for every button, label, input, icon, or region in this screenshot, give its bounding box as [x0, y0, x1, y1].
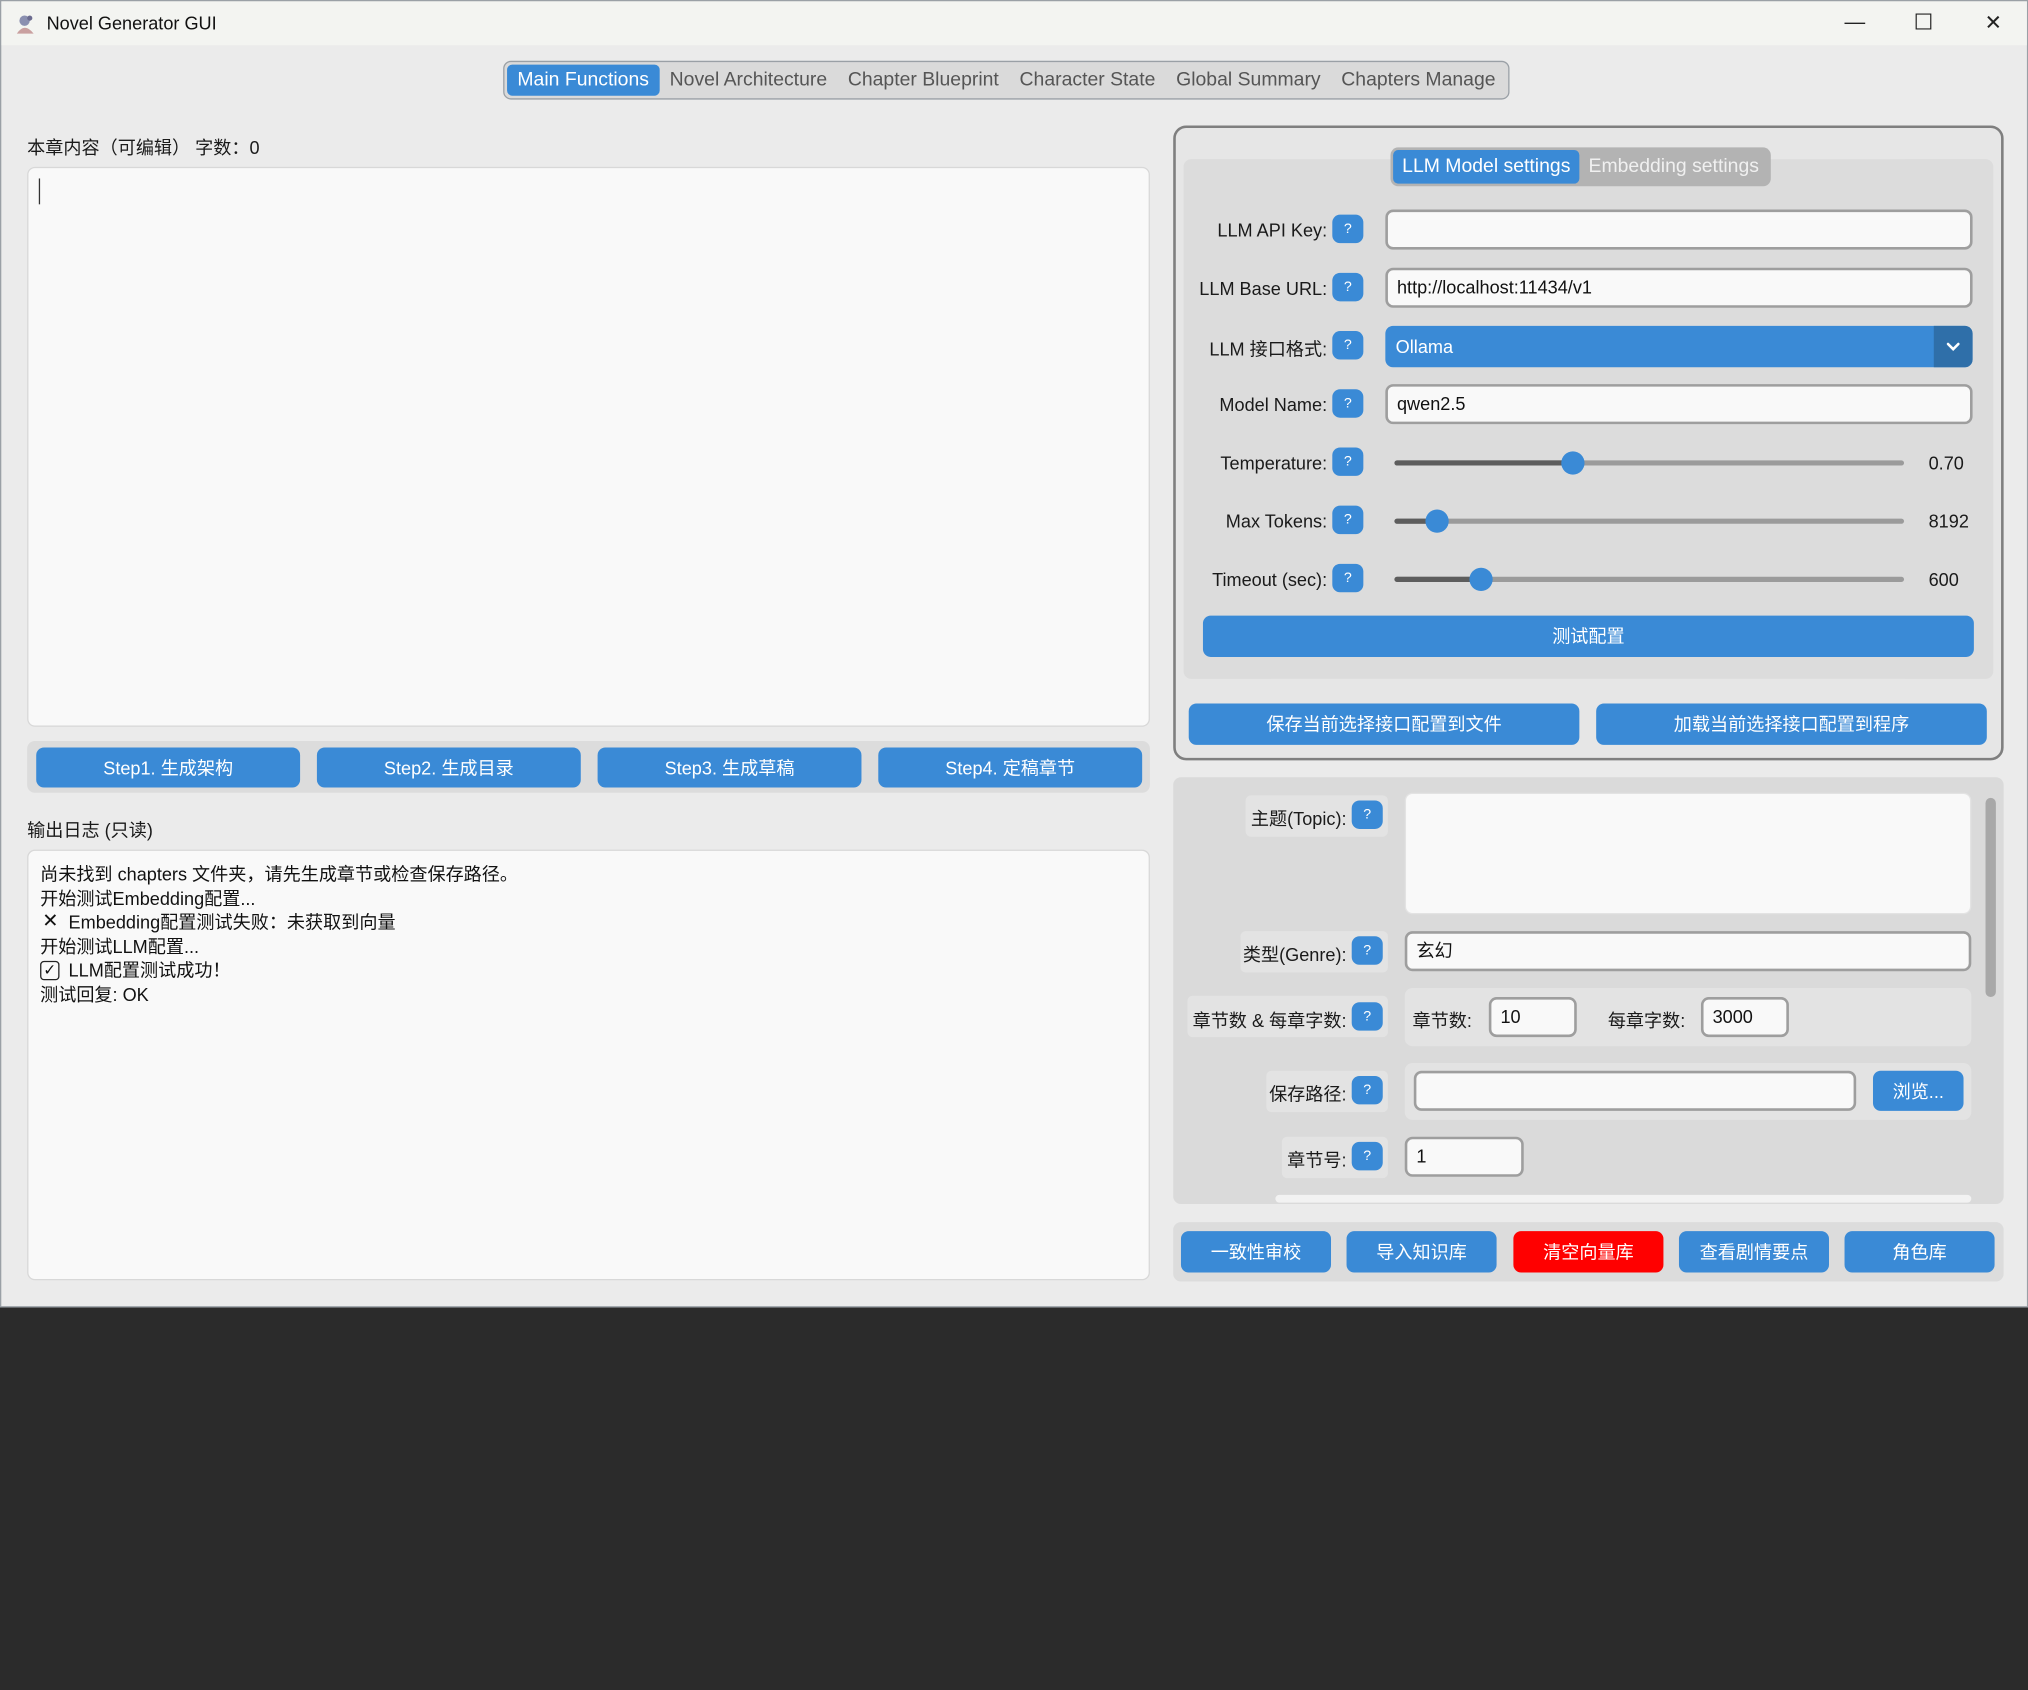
- maximize-icon: ☐: [1913, 10, 1934, 35]
- output-log: 尚未找到 chapters 文件夹，请先生成章节或检查保存路径。 开始测试Emb…: [27, 849, 1150, 1281]
- cross-icon: ✕: [42, 911, 59, 934]
- log-line: 测试回复: OK: [40, 984, 149, 1005]
- help-icon[interactable]: ?: [1332, 563, 1364, 593]
- chevron-down-icon[interactable]: [1933, 325, 1973, 368]
- tab-chapter-blueprint[interactable]: Chapter Blueprint: [837, 65, 1009, 96]
- api-key-label: LLM API Key:: [1217, 219, 1328, 241]
- help-icon[interactable]: ?: [1351, 1002, 1383, 1031]
- base-url-input[interactable]: http://localhost:11434/v1: [1385, 267, 1973, 308]
- chapter-editor[interactable]: [27, 166, 1150, 727]
- help-icon[interactable]: ?: [1332, 447, 1364, 476]
- api-key-input[interactable]: [1385, 209, 1973, 250]
- main-tabbar: Main Functions Novel Architecture Chapte…: [503, 60, 1510, 100]
- temperature-value: 0.70: [1928, 452, 1964, 474]
- timeout-value: 600: [1928, 569, 1959, 590]
- temperature-slider[interactable]: [1394, 451, 1905, 475]
- clear-vectorstore-button[interactable]: 清空向量库: [1513, 1231, 1664, 1273]
- test-config-button[interactable]: 测试配置: [1202, 615, 1974, 657]
- topic-label: 主题(Topic):: [1250, 808, 1347, 829]
- step3-generate-draft-button[interactable]: Step3. 生成草稿: [597, 747, 862, 788]
- title-bar[interactable]: Novel Generator GUI — ☐ ✕: [1, 1, 2027, 46]
- tab-main-functions[interactable]: Main Functions: [507, 64, 660, 96]
- max-tokens-value: 8192: [1928, 510, 1969, 532]
- consistency-check-button[interactable]: 一致性审校: [1180, 1231, 1332, 1273]
- help-icon[interactable]: ?: [1351, 936, 1383, 965]
- log-line: 开始测试Embedding配置...: [40, 887, 256, 909]
- model-name-label: Model Name:: [1219, 394, 1328, 416]
- chapter-number-label: 章节号:: [1287, 1149, 1347, 1171]
- browse-button[interactable]: 浏览...: [1872, 1070, 1964, 1111]
- tab-llm-model-settings[interactable]: LLM Model settings: [1393, 150, 1580, 184]
- close-button[interactable]: ✕: [1958, 1, 2027, 45]
- tab-chapters-manage[interactable]: Chapters Manage: [1331, 65, 1506, 96]
- save-config-button[interactable]: 保存当前选择接口配置到文件: [1188, 703, 1580, 745]
- step4-finalize-chapter-button[interactable]: Step4. 定稿章节: [878, 747, 1143, 788]
- character-library-button[interactable]: 角色库: [1844, 1231, 1995, 1273]
- help-icon[interactable]: ?: [1332, 389, 1364, 418]
- view-plot-points-button[interactable]: 查看剧情要点: [1678, 1231, 1830, 1273]
- temperature-label: Temperature:: [1220, 452, 1328, 474]
- interface-format-select[interactable]: Ollama: [1385, 325, 1973, 368]
- help-icon[interactable]: ?: [1351, 1075, 1383, 1105]
- words-per-chapter-label: 每章字数:: [1607, 1009, 1686, 1031]
- genre-label: 类型(Genre):: [1242, 944, 1347, 965]
- help-icon[interactable]: ?: [1332, 331, 1364, 360]
- close-icon: ✕: [1984, 12, 2002, 35]
- save-path-input[interactable]: [1413, 1070, 1857, 1111]
- tab-novel-architecture[interactable]: Novel Architecture: [659, 65, 837, 96]
- base-url-label: LLM Base URL:: [1199, 278, 1328, 299]
- import-knowledge-button[interactable]: 导入知识库: [1346, 1231, 1497, 1273]
- interface-format-label: LLM 接口格式:: [1209, 338, 1328, 360]
- max-tokens-slider[interactable]: [1394, 509, 1905, 533]
- slider-fill: [1394, 460, 1573, 466]
- help-icon[interactable]: ?: [1332, 214, 1364, 244]
- help-icon[interactable]: ?: [1332, 505, 1364, 535]
- window-title: Novel Generator GUI: [46, 12, 217, 34]
- chapters-label: 章节数 & 每章字数:: [1192, 1009, 1347, 1031]
- log-line: ✓ LLM配置测试成功！: [40, 959, 1149, 983]
- settings-tabbar: LLM Model settings Embedding settings: [1390, 147, 1771, 187]
- tab-character-state[interactable]: Character State: [1009, 65, 1166, 96]
- log-line: 开始测试LLM配置...: [40, 935, 200, 957]
- params-scrollbar[interactable]: [1985, 797, 1996, 998]
- log-label: 输出日志 (只读): [27, 819, 153, 841]
- app-icon: [16, 15, 34, 34]
- save-path-label: 保存路径:: [1269, 1083, 1347, 1105]
- maximize-button[interactable]: ☐: [1889, 1, 1959, 45]
- editor-label: 本章内容（可编辑） 字数：0: [27, 137, 260, 158]
- step2-generate-directory-button[interactable]: Step2. 生成目录: [316, 747, 581, 788]
- chapter-count-label: 章节数:: [1412, 1009, 1472, 1031]
- topic-input[interactable]: [1404, 792, 1972, 915]
- log-line: 尚未找到 chapters 文件夹，请先生成章节或检查保存路径。: [40, 863, 519, 885]
- app-window: Novel Generator GUI — ☐ ✕ Main Functions…: [0, 0, 2028, 1308]
- chapter-count-input[interactable]: 10: [1488, 997, 1577, 1038]
- max-tokens-label: Max Tokens:: [1225, 510, 1328, 532]
- interface-format-value: Ollama: [1395, 336, 1454, 357]
- help-icon[interactable]: ?: [1351, 800, 1383, 829]
- model-name-input[interactable]: qwen2.5: [1385, 384, 1973, 425]
- checkbox-checked-icon: ✓: [40, 961, 60, 981]
- slider-handle[interactable]: [1561, 451, 1585, 475]
- step1-generate-architecture-button[interactable]: Step1. 生成架构: [36, 747, 301, 788]
- log-line: ✕ Embedding配置测试失败：未获取到向量: [40, 911, 1149, 935]
- help-icon[interactable]: ?: [1332, 272, 1364, 302]
- timeout-slider[interactable]: [1394, 567, 1905, 591]
- minimize-button[interactable]: —: [1820, 1, 1890, 45]
- minimize-icon: —: [1844, 11, 1866, 34]
- slider-handle[interactable]: [1469, 567, 1493, 591]
- next-row-peek: [1275, 1194, 1972, 1203]
- help-icon[interactable]: ?: [1351, 1141, 1383, 1171]
- load-config-button[interactable]: 加载当前选择接口配置到程序: [1596, 703, 1987, 745]
- text-caret: [38, 178, 41, 205]
- tab-global-summary[interactable]: Global Summary: [1166, 65, 1331, 96]
- tab-embedding-settings[interactable]: Embedding settings: [1579, 150, 1768, 184]
- genre-input[interactable]: 玄幻: [1404, 931, 1972, 972]
- words-per-chapter-input[interactable]: 3000: [1700, 997, 1789, 1038]
- chapter-number-input[interactable]: 1: [1404, 1136, 1524, 1177]
- slider-fill: [1394, 576, 1482, 582]
- timeout-label: Timeout (sec):: [1212, 569, 1328, 590]
